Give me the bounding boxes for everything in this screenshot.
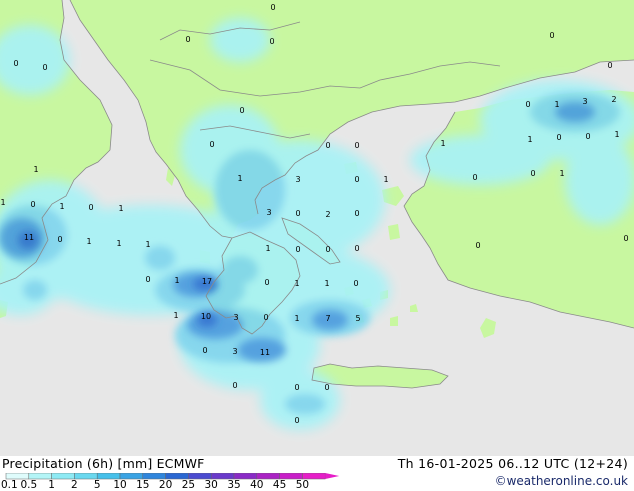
- value-label: 1: [145, 240, 150, 249]
- value-label: 0: [472, 173, 477, 182]
- value-label: 3: [295, 175, 300, 184]
- value-label: 0: [324, 383, 329, 392]
- value-label: 0: [13, 59, 18, 68]
- scale-label: 5: [93, 479, 101, 491]
- value-label: 0: [57, 235, 62, 244]
- value-label: 1: [33, 165, 38, 174]
- value-label: 0: [88, 203, 93, 212]
- value-label: 2: [325, 210, 330, 219]
- footer: Precipitation (6h) [mm] ECMWF Th 16-01-2…: [0, 456, 634, 491]
- scale-label: 1: [48, 479, 55, 491]
- value-label: 7: [325, 314, 330, 323]
- value-label: 0: [623, 234, 628, 243]
- value-label: 1: [173, 311, 178, 320]
- scale-label: 30: [204, 479, 218, 491]
- value-label: 0: [585, 132, 590, 141]
- map-title: Precipitation (6h) [mm] ECMWF: [2, 456, 205, 471]
- scale-label: 45: [272, 479, 287, 491]
- credit-link[interactable]: ©weatheronline.co.uk: [495, 474, 628, 488]
- value-label: 0: [294, 383, 299, 392]
- value-label: 10: [201, 312, 211, 321]
- value-label: 3: [582, 97, 587, 106]
- value-label: 1: [294, 279, 299, 288]
- value-label: 0: [232, 381, 237, 390]
- value-label: 0: [145, 275, 150, 284]
- scale-label: 10: [113, 479, 127, 491]
- value-label: 0: [354, 141, 359, 150]
- value-label: 0: [353, 279, 358, 288]
- value-label: 2: [611, 95, 616, 104]
- value-label: 0: [269, 37, 274, 46]
- value-label: 1: [559, 169, 564, 178]
- value-label: 0: [325, 141, 330, 150]
- value-label: 1: [324, 279, 329, 288]
- scale-label: 40: [250, 479, 264, 491]
- map-area: 0 0 0 0 0 0 0 0 0 1 3 2 0 0 0 1 1 0 0 1 1 1 3 0 1 0 0 1 1 0 1 0 1 3 0 2 0 11 0…: [0, 0, 634, 456]
- chios: [388, 224, 400, 240]
- value-label: 1: [554, 100, 559, 109]
- value-label: 3: [233, 313, 238, 322]
- scale-label: 0.1: [0, 479, 18, 491]
- value-label: 0: [354, 175, 359, 184]
- value-label: 0: [607, 61, 612, 70]
- scale-label: 15: [136, 479, 150, 491]
- scale-label: 50: [295, 479, 310, 491]
- valid-time: Th 16-01-2025 06..12 UTC (12+24): [397, 456, 628, 471]
- value-label: 0: [530, 169, 535, 178]
- value-label: 0: [30, 200, 35, 209]
- value-label: 1: [59, 202, 64, 211]
- scale-label: 35: [227, 479, 241, 491]
- value-label: 1: [265, 244, 270, 253]
- value-label: 0: [263, 313, 268, 322]
- value-label: 0: [354, 244, 359, 253]
- value-label: 0: [325, 245, 330, 254]
- value-label: 1: [118, 204, 123, 213]
- value-label: 0: [294, 416, 299, 425]
- value-label: 0: [185, 35, 190, 44]
- value-label: 0: [209, 140, 214, 149]
- value-label: 1: [237, 174, 242, 183]
- value-label: 1: [174, 276, 179, 285]
- value-label: 5: [355, 314, 360, 323]
- precipitation-map: 00 000 0 000 1 3 20 0 0 1 1 0 0 111 3 0 1 0 0 11 0 1 0 1 3 0 2 011 0…: [0, 0, 634, 456]
- value-label: 1: [86, 237, 91, 246]
- value-label: 0: [264, 278, 269, 287]
- value-label: 0: [475, 241, 480, 250]
- scale-label: 2: [71, 479, 78, 491]
- scale-label: 25: [181, 479, 196, 491]
- value-label: 0: [556, 133, 561, 142]
- scale-label: 0.5: [20, 479, 38, 491]
- value-label: 1: [0, 198, 5, 207]
- value-label: 1: [294, 314, 299, 323]
- scale-arrow: [325, 473, 340, 479]
- value-label: 3: [266, 208, 271, 217]
- value-label: 1: [614, 130, 619, 139]
- value-label: 0: [270, 3, 275, 12]
- value-label: 0: [295, 245, 300, 254]
- value-label: 0: [42, 63, 47, 72]
- value-label: 0: [295, 209, 300, 218]
- value-label: 1: [383, 175, 388, 184]
- value-label: 1: [527, 135, 532, 144]
- value-label: 1: [116, 239, 121, 248]
- value-label: 11: [24, 233, 34, 242]
- value-label: 11: [260, 348, 270, 357]
- value-label: 3: [232, 347, 237, 356]
- value-label: 1: [440, 139, 445, 148]
- value-label: 0: [525, 100, 530, 109]
- value-label: 0: [354, 209, 359, 218]
- value-label: 0: [549, 31, 554, 40]
- value-label: 0: [202, 346, 207, 355]
- scale-label: 20: [158, 479, 173, 491]
- value-label: 17: [202, 277, 212, 286]
- value-label: 0: [239, 106, 244, 115]
